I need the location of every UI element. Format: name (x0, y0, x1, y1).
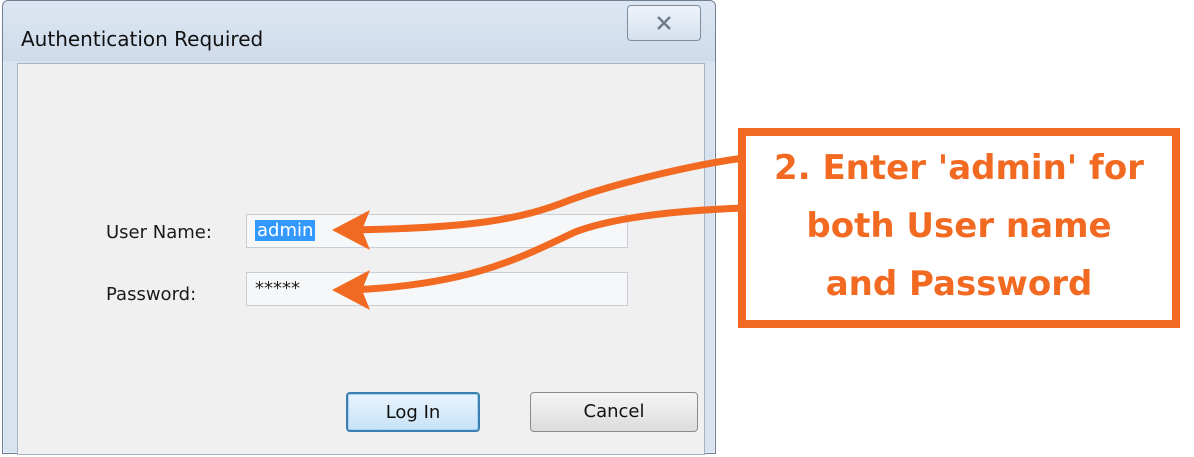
callout-line-2: both User name (806, 206, 1112, 246)
callout-line-1: 2. Enter 'admin' for (774, 148, 1144, 188)
callout-line-3: and Password (825, 264, 1093, 304)
arrow-to-username (346, 154, 748, 234)
instruction-callout: 2. Enter 'admin' for both User name and … (738, 128, 1180, 328)
arrow-to-password (346, 204, 748, 294)
screenshot-stage: Authentication Required User Name: admin… (0, 0, 1194, 457)
